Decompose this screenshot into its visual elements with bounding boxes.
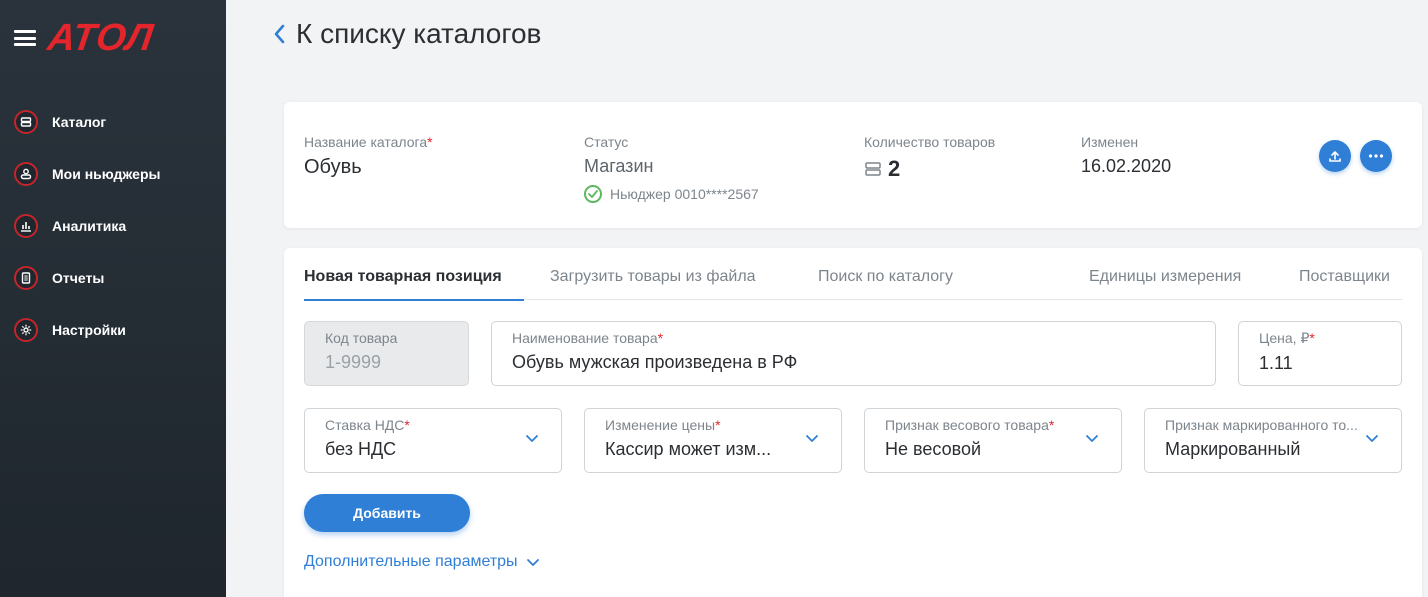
required-mark: *: [657, 330, 664, 346]
sidebar-item-users[interactable]: Мои ньюджеры: [0, 148, 226, 200]
field-label: Ставка НДС: [325, 417, 405, 433]
gear-icon: [14, 318, 38, 342]
chevron-down-icon: [1086, 435, 1098, 442]
required-mark: *: [1048, 417, 1055, 433]
sidebar-item-label: Аналитика: [52, 218, 127, 234]
catalog-icon: [865, 162, 881, 176]
sidebar-item-label: Каталог: [52, 114, 107, 130]
hamburger-menu-icon[interactable]: [14, 30, 36, 46]
catalog-modified-block: Изменен 16.02.2020: [1081, 134, 1171, 177]
main-content: К списку каталогов Название каталога* Об…: [226, 0, 1428, 597]
catalog-name-value: Обувь: [304, 156, 362, 178]
field-value: Не весовой: [885, 439, 982, 459]
add-button[interactable]: Добавить: [304, 494, 470, 532]
catalog-count-block: Количество товаров 2: [864, 134, 995, 182]
field-value: 1-9999: [325, 352, 382, 372]
document-icon: [14, 266, 38, 290]
check-circle-icon: [584, 185, 602, 203]
product-code-field: Код товара 1-9999: [304, 321, 469, 386]
tab-suppliers[interactable]: Поставщики: [1299, 268, 1390, 299]
tab-upload-file[interactable]: Загрузить товары из файла: [550, 268, 756, 299]
field-label: Признак маркированного то...: [1165, 417, 1358, 433]
sidebar-header: АТОЛ: [14, 17, 157, 59]
field-label: Признак весового товара: [885, 417, 1049, 433]
catalog-status-block: Статус Магазин Ньюджер 0010****2567: [584, 134, 759, 203]
chart-icon: [14, 214, 38, 238]
sidebar-item-label: Настройки: [52, 322, 126, 338]
tab-search[interactable]: Поиск по каталогу: [818, 268, 953, 299]
tab-new-item[interactable]: Новая товарная позиция: [304, 268, 524, 301]
chevron-left-icon: [274, 24, 285, 44]
required-mark: *: [1309, 330, 1315, 346]
catalog-name-label: Название каталога: [304, 134, 428, 150]
logo: АТОЛ: [45, 17, 157, 59]
field-label: Наименование товара: [512, 330, 658, 346]
status-value: Магазин: [584, 156, 654, 176]
weight-select[interactable]: Признак весового товара* Не весовой: [864, 408, 1122, 473]
chevron-down-icon: [1366, 435, 1378, 442]
price-change-select[interactable]: Изменение цены* Кассир может изм...: [584, 408, 842, 473]
marked-select[interactable]: Признак маркированного то... Маркированн…: [1144, 408, 1402, 473]
required-mark: *: [715, 417, 721, 433]
sidebar-item-analytics[interactable]: Аналитика: [0, 200, 226, 252]
more-options-button[interactable]: [1360, 140, 1392, 172]
chevron-down-icon: [526, 559, 539, 566]
chevron-down-icon: [526, 435, 538, 442]
status-sub-text: Ньюджер 0010****2567: [610, 186, 759, 202]
sidebar-item-label: Отчеты: [52, 270, 105, 286]
tab-bar: Новая товарная позиция Загрузить товары …: [304, 268, 1402, 301]
extra-params-toggle[interactable]: Дополнительные параметры: [304, 553, 540, 571]
field-label: Изменение цены: [605, 417, 716, 433]
field-value: без НДС: [325, 439, 397, 459]
tab-units[interactable]: Единицы измерения: [1089, 268, 1241, 299]
catalog-icon: [14, 110, 38, 134]
product-form-card: Новая товарная позиция Загрузить товары …: [284, 248, 1422, 597]
sidebar-item-catalog[interactable]: Каталог: [0, 96, 226, 148]
required-mark: *: [427, 134, 433, 150]
sidebar-item-settings[interactable]: Настройки: [0, 304, 226, 356]
modified-value: 16.02.2020: [1081, 156, 1172, 176]
back-link[interactable]: К списку каталогов: [272, 18, 541, 50]
field-label: Цена, ₽: [1259, 330, 1310, 346]
status-badge: Ньюджер 0010****2567: [584, 185, 759, 203]
user-icon: [14, 162, 38, 186]
status-label: Статус: [584, 134, 629, 150]
extra-params-label: Дополнительные параметры: [304, 553, 518, 570]
field-value: Обувь мужская произведена в РФ: [512, 352, 798, 372]
vat-select[interactable]: Ставка НДС* без НДС: [304, 408, 562, 473]
page-title: К списку каталогов: [296, 18, 542, 49]
catalog-info-card: Название каталога* Обувь Статус Магазин …: [284, 102, 1422, 228]
field-value: Маркированный: [1165, 439, 1301, 459]
chevron-down-icon: [806, 435, 818, 442]
field-value: 1.11: [1259, 353, 1293, 373]
upload-button[interactable]: [1319, 140, 1351, 172]
count-value: 2: [888, 156, 901, 181]
required-mark: *: [404, 417, 410, 433]
field-label: Код товара: [325, 330, 398, 346]
product-name-input[interactable]: Наименование товара* Обувь мужская произ…: [491, 321, 1216, 386]
sidebar-item-reports[interactable]: Отчеты: [0, 252, 226, 304]
sidebar: АТОЛ Каталог Мои ньюджеры Аналитика Отче…: [0, 0, 226, 597]
more-dots-icon: [1368, 154, 1384, 158]
sidebar-nav: Каталог Мои ньюджеры Аналитика Отчеты На…: [0, 96, 226, 356]
count-label: Количество товаров: [864, 134, 996, 150]
price-input[interactable]: Цена, ₽* 1.11: [1238, 321, 1402, 386]
field-value: Кассир может изм...: [605, 439, 772, 459]
sidebar-item-label: Мои ньюджеры: [52, 166, 161, 182]
modified-label: Изменен: [1081, 134, 1139, 150]
upload-icon: [1329, 151, 1341, 162]
catalog-name-block: Название каталога* Обувь: [304, 134, 433, 179]
